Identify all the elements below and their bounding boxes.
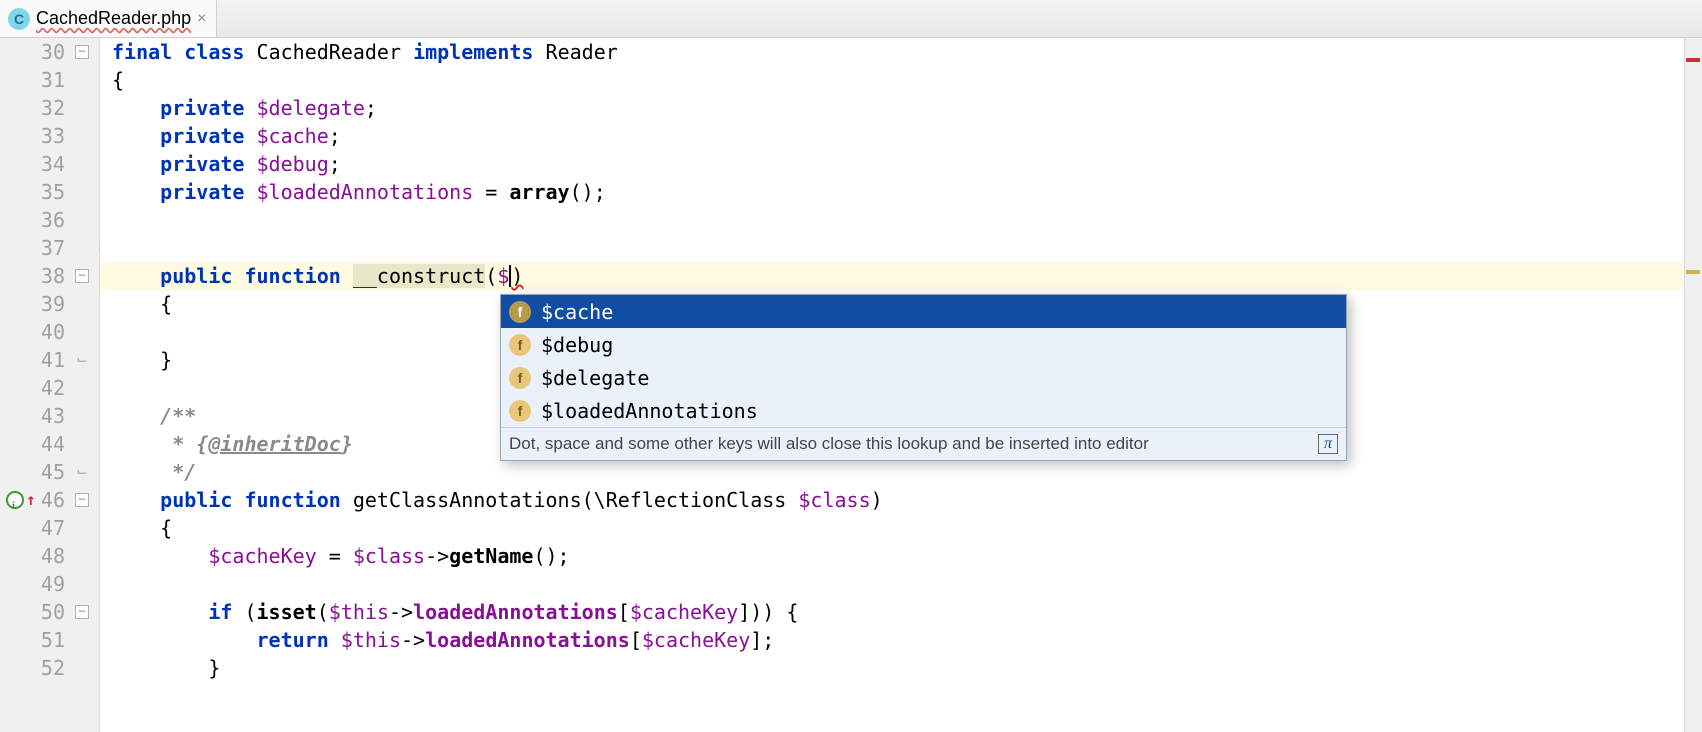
- tab-filename: CachedReader.php: [36, 8, 191, 29]
- autocomplete-popup: f $cache f $debug f $delegate f $loadedAnnotati…: [500, 294, 1347, 461]
- gutter-line-46: 46−↑: [0, 486, 65, 514]
- close-icon[interactable]: ×: [197, 10, 206, 28]
- code-line-47[interactable]: {: [100, 514, 1702, 542]
- pi-icon[interactable]: π: [1318, 434, 1338, 454]
- fold-end-icon: ⌙: [71, 465, 93, 479]
- code-line-35[interactable]: private $loadedAnnotations = array();: [100, 178, 1702, 206]
- gutter-line-32: 32: [0, 94, 65, 122]
- warning-stripe[interactable]: [1686, 270, 1700, 274]
- code-line-50[interactable]: if (isset($this->loadedAnnotations[$cach…: [100, 598, 1702, 626]
- fold-toggle-icon[interactable]: −: [71, 493, 93, 507]
- gutter-line-39: 39: [0, 290, 65, 318]
- gutter-line-41: 41⌙: [0, 346, 65, 374]
- fold-toggle-icon[interactable]: −: [71, 45, 93, 59]
- fold-end-icon: ⌙: [71, 353, 93, 367]
- code-line-38[interactable]: public function __construct($): [100, 262, 1702, 290]
- fold-toggle-icon[interactable]: −: [71, 605, 93, 619]
- autocomplete-label: $debug: [541, 333, 613, 357]
- autocomplete-item[interactable]: f $debug: [501, 328, 1346, 361]
- gutter-line-30: 30−: [0, 38, 65, 66]
- code-line-32[interactable]: private $delegate;: [100, 94, 1702, 122]
- gutter-line-42: 42: [0, 374, 65, 402]
- gutter-line-52: 52: [0, 654, 65, 682]
- code-line-46[interactable]: public function getClassAnnotations(\Ref…: [100, 486, 1702, 514]
- gutter-line-51: 51: [0, 626, 65, 654]
- error-stripe[interactable]: [1686, 58, 1700, 62]
- code-line-48[interactable]: $cacheKey = $class->getName();: [100, 542, 1702, 570]
- editor: 30−3132333435363738−394041⌙42434445⌙46−↑…: [0, 38, 1702, 732]
- gutter: 30−3132333435363738−394041⌙42434445⌙46−↑…: [0, 38, 100, 732]
- gutter-line-47: 47: [0, 514, 65, 542]
- gutter-line-49: 49: [0, 570, 65, 598]
- gutter-line-31: 31: [0, 66, 65, 94]
- autocomplete-label: $delegate: [541, 366, 649, 390]
- field-icon: f: [509, 334, 531, 356]
- editor-tab[interactable]: C CachedReader.php ×: [0, 0, 217, 37]
- gutter-line-48: 48: [0, 542, 65, 570]
- autocomplete-item[interactable]: f $delegate: [501, 361, 1346, 394]
- gutter-line-44: 44: [0, 430, 65, 458]
- gutter-line-43: 43: [0, 402, 65, 430]
- override-arrow-icon: ↑: [26, 486, 36, 514]
- gutter-line-37: 37: [0, 234, 65, 262]
- gutter-line-50: 50−: [0, 598, 65, 626]
- code-line-45[interactable]: */: [100, 458, 1702, 486]
- scrollbar[interactable]: [1684, 38, 1702, 732]
- code-line-34[interactable]: private $debug;: [100, 150, 1702, 178]
- override-icon[interactable]: [6, 491, 24, 509]
- gutter-line-36: 36: [0, 206, 65, 234]
- gutter-line-34: 34: [0, 150, 65, 178]
- code-line-36[interactable]: [100, 206, 1702, 234]
- gutter-line-40: 40: [0, 318, 65, 346]
- tab-bar: C CachedReader.php ×: [0, 0, 1702, 38]
- autocomplete-hint: Dot, space and some other keys will also…: [501, 427, 1346, 460]
- file-type-icon: C: [8, 8, 30, 30]
- gutter-line-45: 45⌙: [0, 458, 65, 486]
- field-icon: f: [509, 301, 531, 323]
- fold-toggle-icon[interactable]: −: [71, 269, 93, 283]
- field-icon: f: [509, 400, 531, 422]
- gutter-line-33: 33: [0, 122, 65, 150]
- autocomplete-hint-text: Dot, space and some other keys will also…: [509, 434, 1149, 454]
- gutter-line-38: 38−: [0, 262, 65, 290]
- autocomplete-item[interactable]: f $loadedAnnotations: [501, 394, 1346, 427]
- autocomplete-label: $loadedAnnotations: [541, 399, 758, 423]
- autocomplete-item[interactable]: f $cache: [501, 295, 1346, 328]
- code-line-37[interactable]: [100, 234, 1702, 262]
- field-icon: f: [509, 367, 531, 389]
- gutter-line-35: 35: [0, 178, 65, 206]
- autocomplete-label: $cache: [541, 300, 613, 324]
- code-line-30[interactable]: final class CachedReader implements Read…: [100, 38, 1702, 66]
- code-line-49[interactable]: [100, 570, 1702, 598]
- code-line-31[interactable]: {: [100, 66, 1702, 94]
- code-line-52[interactable]: }: [100, 654, 1702, 682]
- code-line-33[interactable]: private $cache;: [100, 122, 1702, 150]
- code-line-51[interactable]: return $this->loadedAnnotations[$cacheKe…: [100, 626, 1702, 654]
